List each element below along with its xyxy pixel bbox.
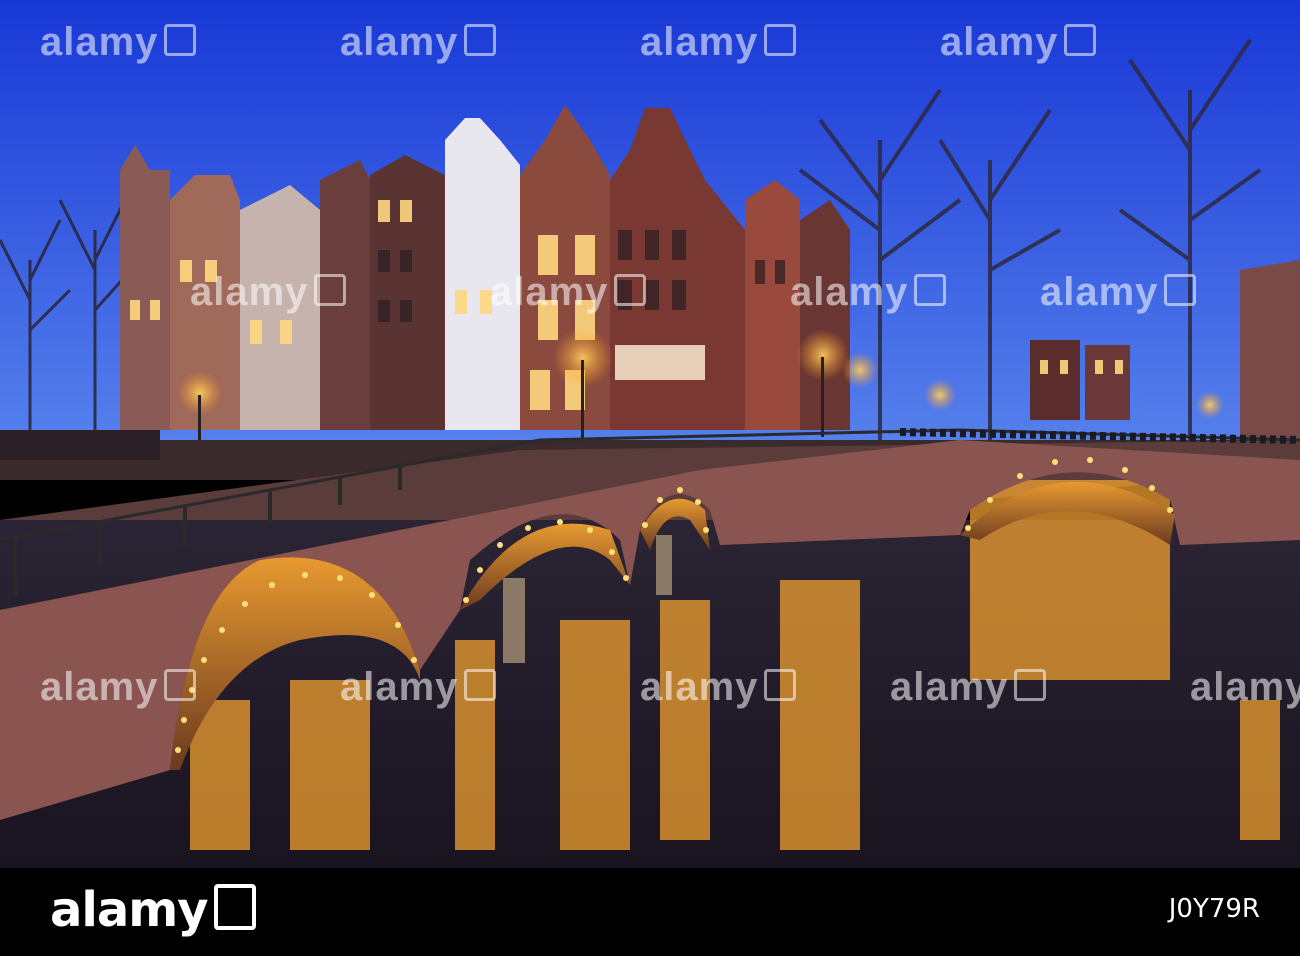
mooring-post-2 — [656, 535, 672, 595]
scene-illustration — [0, 0, 1300, 868]
left-cars — [0, 430, 160, 460]
photo-frame: alamy alamy alamy alamy alamy alamy alam… — [0, 0, 1300, 956]
alamy-logo: alamy — [50, 882, 256, 938]
image-id: J0Y79R — [1168, 894, 1260, 924]
mooring-post-1 — [503, 578, 525, 663]
canal-night-scene — [0, 0, 1300, 868]
stock-footer: alamy J0Y79R — [0, 868, 1300, 956]
